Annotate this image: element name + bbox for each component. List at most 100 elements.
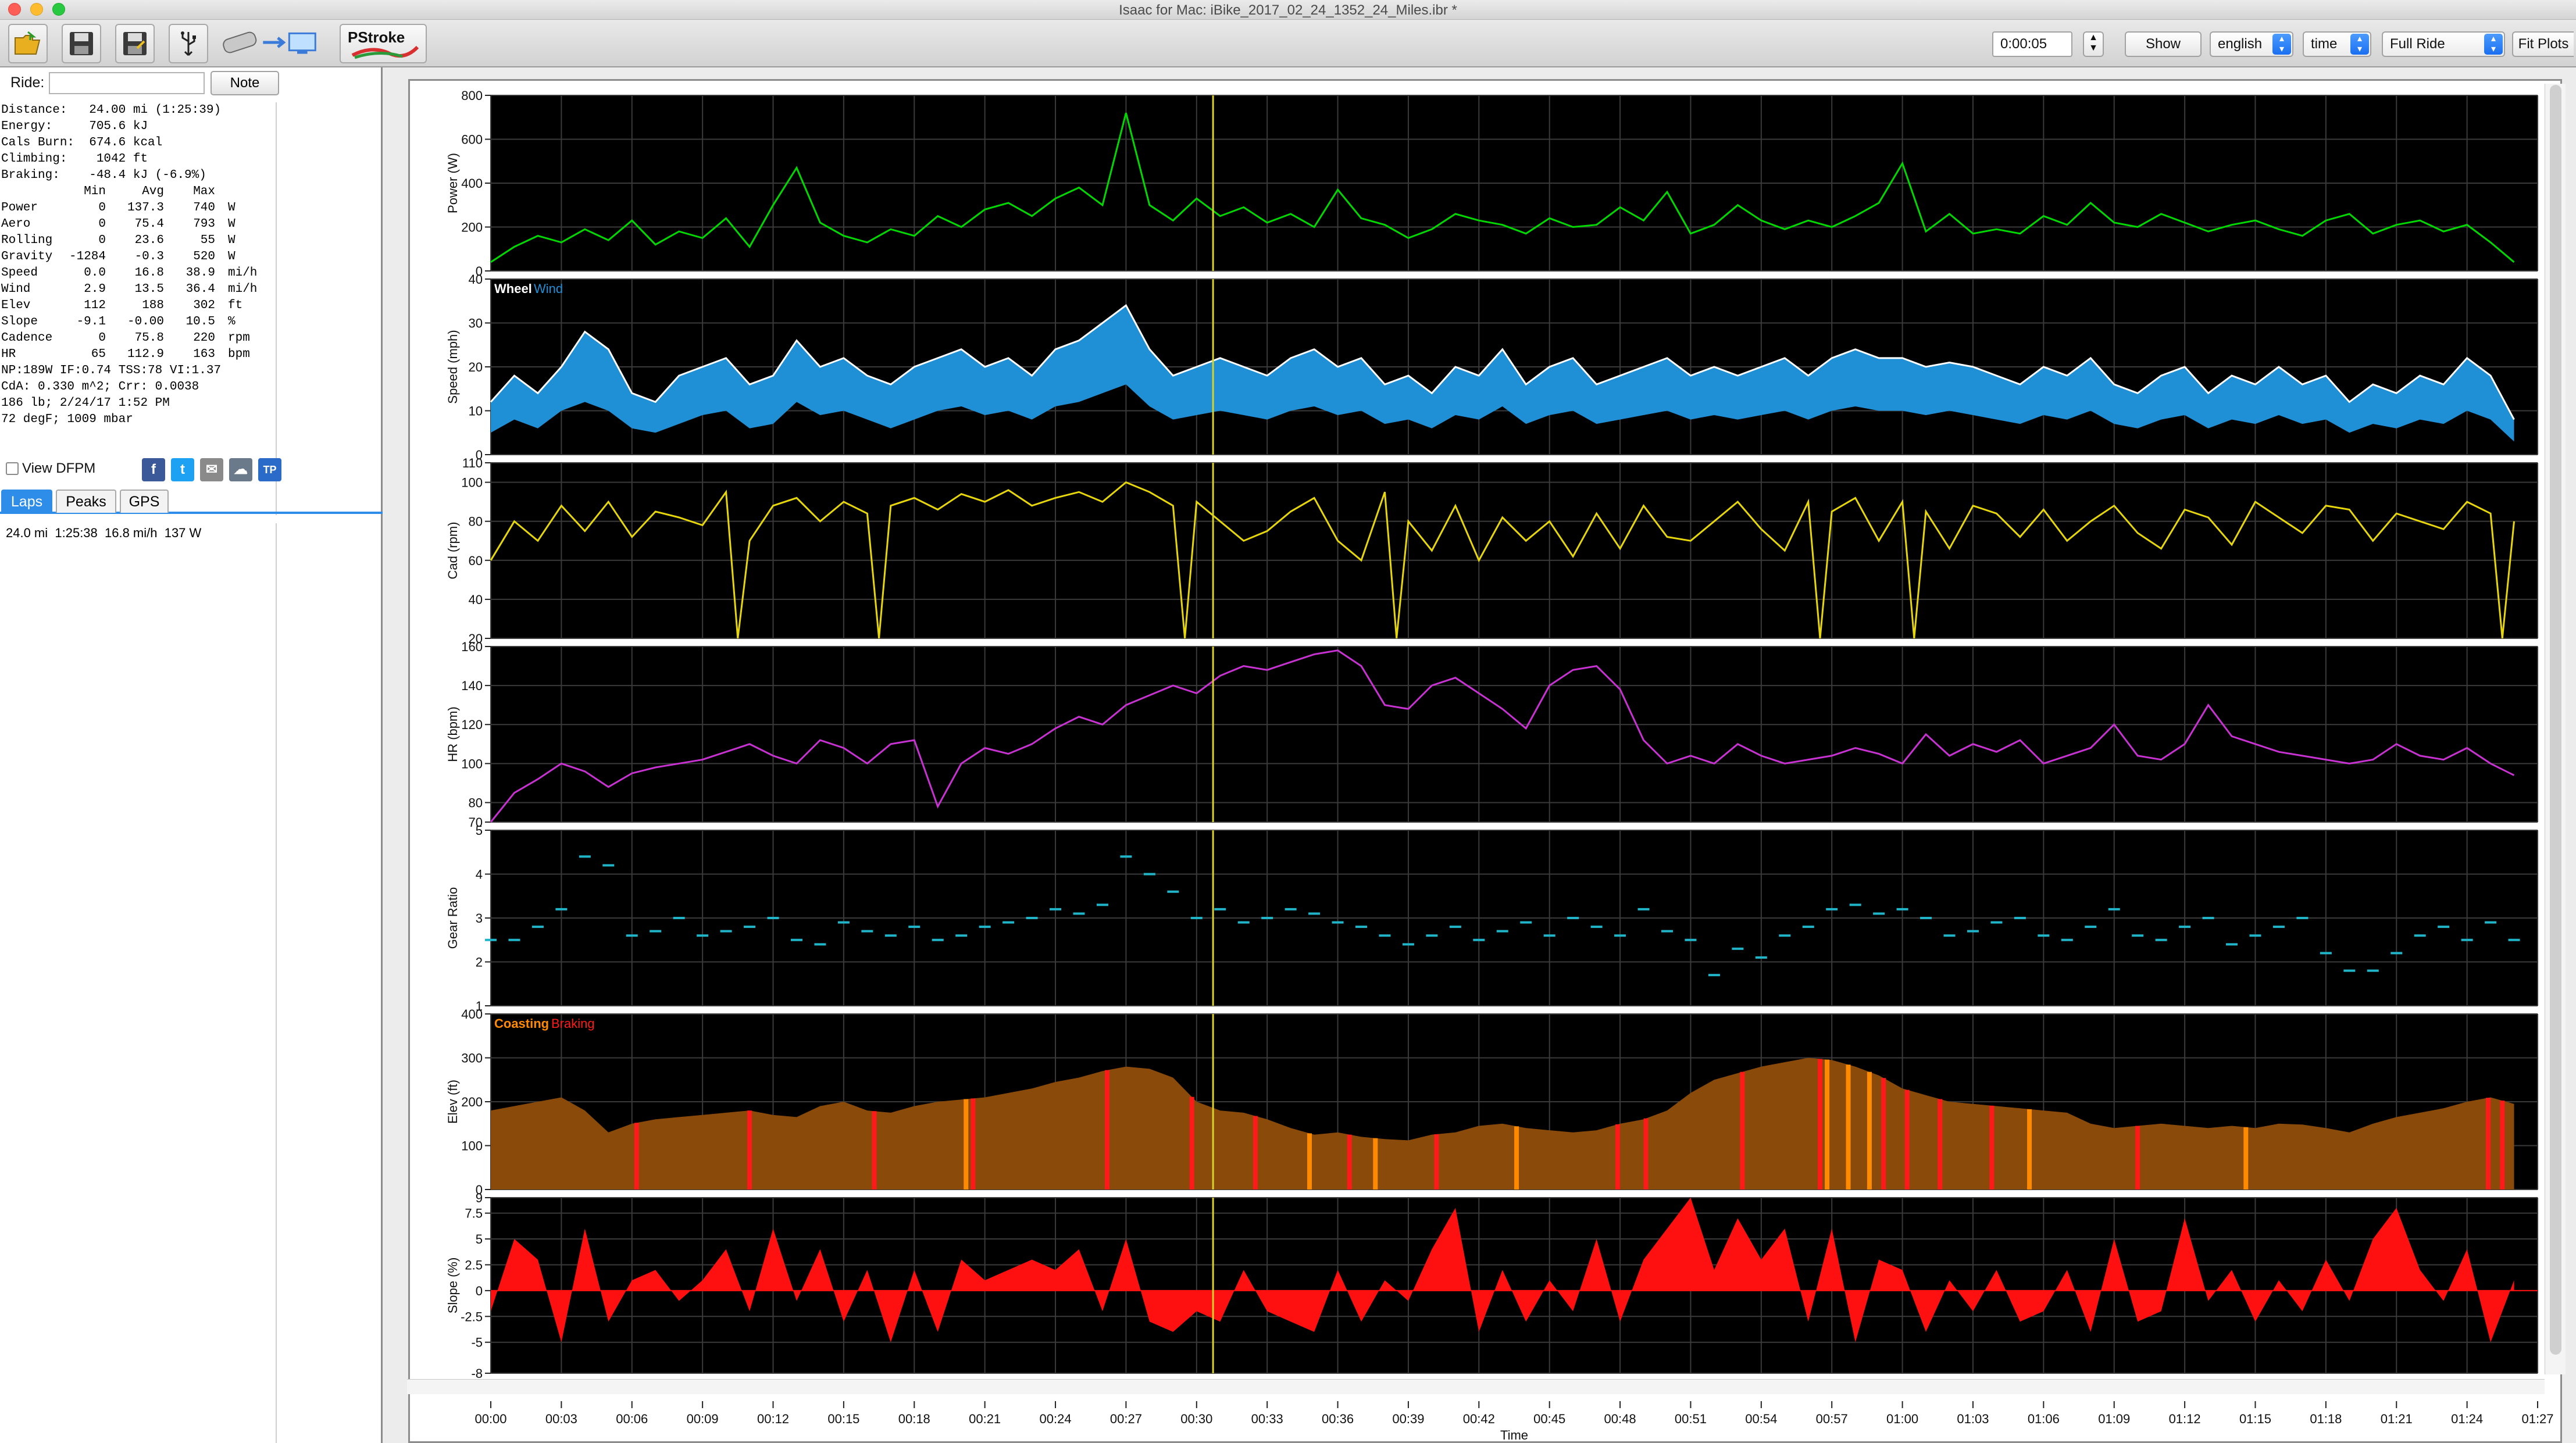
gear-ratio-point xyxy=(1261,917,1273,919)
gear-ratio-point xyxy=(1990,921,2003,924)
coasting-marker xyxy=(2027,1109,2032,1190)
coasting-marker xyxy=(1867,1071,1872,1190)
y-tick-label: 4 xyxy=(476,867,483,882)
gear-ratio-point xyxy=(2155,938,2167,941)
coasting-marker xyxy=(1846,1065,1851,1190)
x-tick-label: 01:09 xyxy=(2098,1412,2130,1426)
x-tick-label: 00:21 xyxy=(969,1412,1001,1426)
vertical-scrollbar[interactable] xyxy=(2545,84,2566,1374)
coasting-marker xyxy=(964,1099,969,1190)
y-tick-label: 80 xyxy=(469,515,483,529)
horizontal-scrollbar[interactable] xyxy=(407,1379,2545,1394)
gear-ratio-point xyxy=(1285,908,1297,910)
gear-ratio-point xyxy=(767,917,779,919)
gear-ratio-point xyxy=(1755,956,1767,959)
y-tick-label: 30 xyxy=(469,316,483,331)
gear-ratio-point xyxy=(1732,947,1744,950)
gear-ratio-point xyxy=(2014,917,2026,919)
coasting-marker xyxy=(1825,1059,1830,1190)
gear-ratio-point xyxy=(1567,917,1579,919)
gear-ratio-point xyxy=(673,917,685,919)
y-tick-label: 100 xyxy=(461,1139,483,1153)
gear-ratio-point xyxy=(1779,934,1791,937)
x-tick-label: 00:03 xyxy=(545,1412,577,1426)
legend-wind: Wind xyxy=(534,281,563,296)
braking-marker xyxy=(1938,1099,1943,1190)
gear-ratio-point xyxy=(2085,926,2097,928)
y-tick-label: 7.5 xyxy=(465,1206,483,1221)
braking-marker xyxy=(1740,1071,1745,1190)
gear-ratio-point xyxy=(2226,943,2238,946)
y-axis-label: Elev (ft) xyxy=(445,1080,460,1124)
gear-ratio-point xyxy=(1543,934,1555,937)
braking-marker xyxy=(747,1110,752,1190)
y-tick-label: 40 xyxy=(469,592,483,607)
y-tick-label: 5 xyxy=(476,1232,483,1246)
panel-2: 20406080100110Cad (rpm) xyxy=(445,456,2538,646)
legend-braking: Braking xyxy=(551,1016,595,1031)
gear-ratio-point xyxy=(1849,903,1861,906)
x-axis-label: Time xyxy=(1500,1428,1528,1442)
gear-ratio-point xyxy=(1685,938,1697,941)
braking-marker xyxy=(1347,1134,1352,1190)
gear-ratio-point xyxy=(1426,934,1438,937)
braking-marker xyxy=(1253,1116,1258,1190)
x-tick-label: 00:15 xyxy=(827,1412,859,1426)
gear-ratio-point xyxy=(979,926,991,928)
panel-1: 010203040Speed (mph)Wheel Wind xyxy=(445,272,2538,462)
gear-ratio-point xyxy=(1120,855,1132,858)
x-tick-label: 01:06 xyxy=(2028,1412,2060,1426)
y-tick-label: 80 xyxy=(469,795,483,810)
x-tick-label: 01:03 xyxy=(1957,1412,1989,1426)
y-axis-label: Power (W) xyxy=(445,153,460,213)
y-tick-label: 3 xyxy=(476,911,483,926)
y-axis-label: Speed (mph) xyxy=(445,330,460,403)
braking-marker xyxy=(1615,1124,1621,1190)
x-tick-label: 00:36 xyxy=(1322,1412,1354,1426)
y-tick-label: 0 xyxy=(476,1284,483,1298)
x-tick-label: 01:21 xyxy=(2381,1412,2413,1426)
gear-ratio-point xyxy=(1802,926,1814,928)
gear-ratio-point xyxy=(2414,934,2426,937)
gear-ratio-point xyxy=(1214,908,1226,910)
x-tick-label: 00:27 xyxy=(1110,1412,1142,1426)
x-tick-label: 01:15 xyxy=(2239,1412,2271,1426)
gear-ratio-point xyxy=(1967,930,1979,933)
braking-marker xyxy=(2135,1126,2140,1190)
panel-background[interactable] xyxy=(491,463,2538,638)
gear-ratio-point xyxy=(1190,917,1203,919)
gear-ratio-point xyxy=(790,938,802,941)
x-tick-label: 01:00 xyxy=(1886,1412,1918,1426)
y-tick-label: 9 xyxy=(476,1191,483,1205)
gear-ratio-point xyxy=(602,864,615,867)
gear-ratio-point xyxy=(2038,934,2050,937)
y-tick-label: 400 xyxy=(461,176,483,191)
braking-marker xyxy=(1904,1090,1910,1190)
x-tick-label: 00:12 xyxy=(757,1412,789,1426)
gear-ratio-point xyxy=(1449,926,1461,928)
x-tick-label: 01:18 xyxy=(2310,1412,2342,1426)
gear-ratio-point xyxy=(650,930,662,933)
braking-marker xyxy=(1989,1105,1995,1190)
gear-ratio-point xyxy=(2272,926,2285,928)
y-tick-label: 2 xyxy=(476,955,483,970)
x-tick-label: 00:30 xyxy=(1180,1412,1212,1426)
gear-ratio-point xyxy=(1402,943,1414,946)
y-tick-label: 20 xyxy=(469,360,483,374)
y-tick-label: 200 xyxy=(461,1095,483,1109)
braking-marker xyxy=(1817,1059,1822,1190)
braking-marker xyxy=(1881,1078,1886,1190)
braking-marker xyxy=(2500,1101,2505,1190)
panel-3: 7080100120140160HR (bpm) xyxy=(445,640,2538,830)
x-tick-label: 00:00 xyxy=(474,1412,506,1426)
x-tick-label: 00:54 xyxy=(1745,1412,1777,1426)
x-tick-label: 00:45 xyxy=(1533,1412,1565,1426)
y-tick-label: 60 xyxy=(469,553,483,568)
gear-ratio-point xyxy=(508,938,520,941)
gear-ratio-point xyxy=(1826,908,1838,910)
panel-4: 12345Gear Ratio xyxy=(445,823,2538,1013)
scroll-thumb[interactable] xyxy=(2550,85,2561,1355)
gear-ratio-point xyxy=(2061,938,2073,941)
y-tick-label: 300 xyxy=(461,1051,483,1066)
y-tick-label: 600 xyxy=(461,133,483,147)
